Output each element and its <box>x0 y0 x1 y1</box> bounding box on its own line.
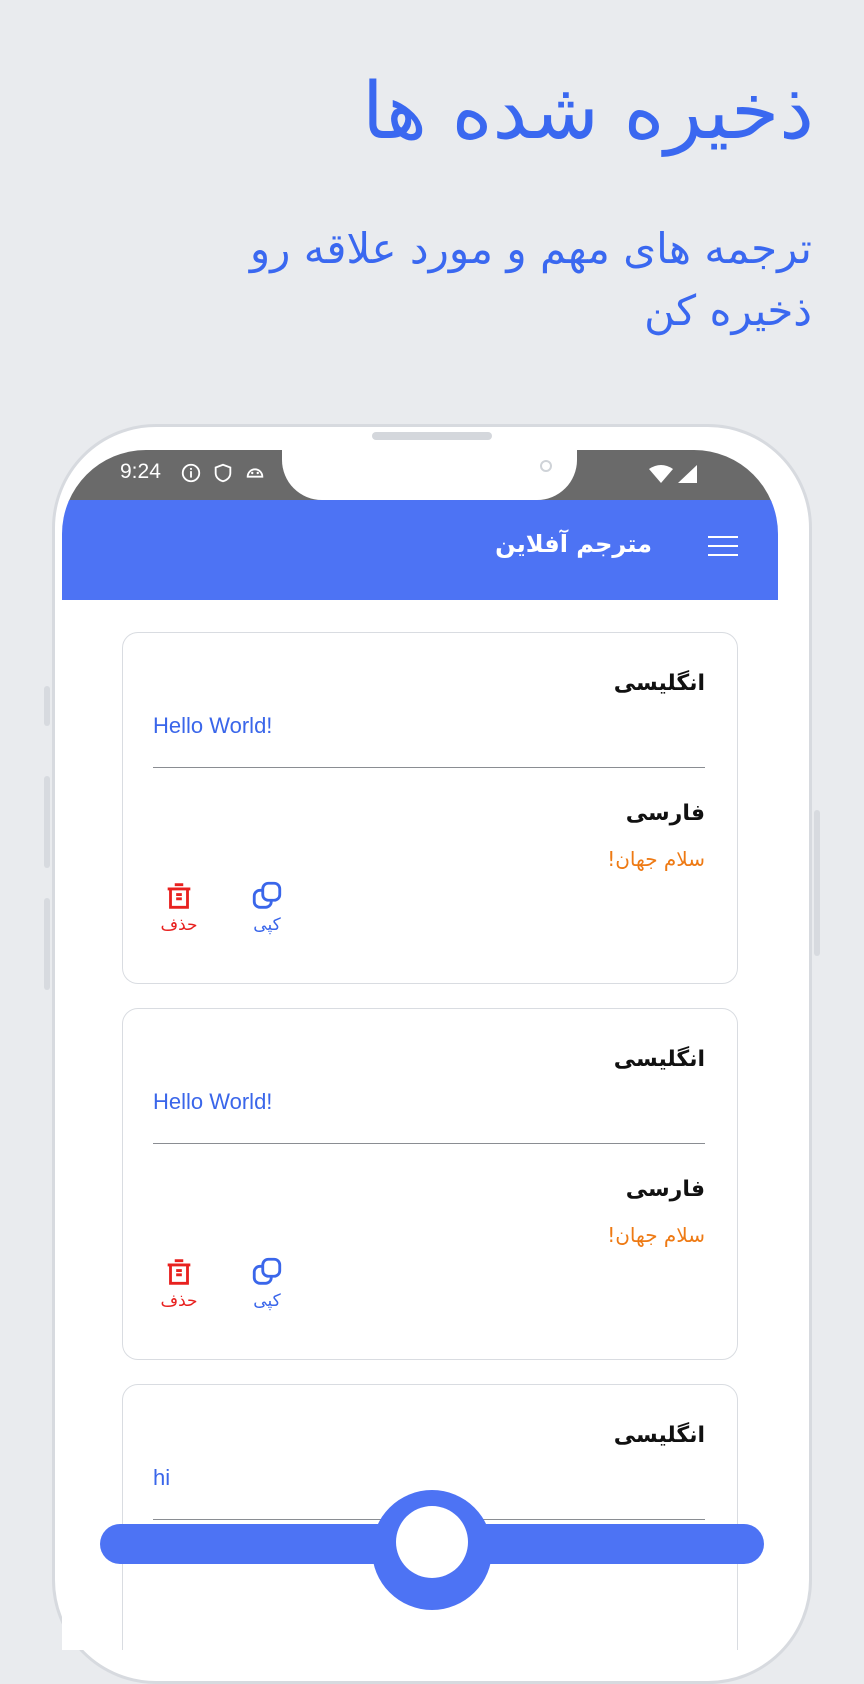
phone-speaker <box>372 432 492 440</box>
phone-button-left-1 <box>44 686 50 726</box>
source-text: Hello World! <box>153 1089 273 1114</box>
phone-screen: 9:24 مترجم آفلاین انگلیسی Hello World! ف… <box>62 450 778 1650</box>
source-language-label: انگلیسی <box>613 671 705 696</box>
app-bar: مترجم آفلاین <box>62 500 778 600</box>
saved-translation-card: انگلیسی Hello World! فارسی سلام جهان! حذ… <box>122 632 738 984</box>
camera-notch <box>282 450 577 500</box>
status-icons <box>180 462 266 484</box>
copy-icon <box>252 881 282 909</box>
hamburger-menu-icon[interactable] <box>708 536 738 560</box>
delete-button[interactable]: حذف <box>149 879 209 935</box>
target-language-label: فارسی <box>625 1177 705 1202</box>
saved-translation-card: انگلیسی Hello World! فارسی سلام جهان! حذ… <box>122 1008 738 1360</box>
wifi-icon <box>649 465 673 483</box>
signal-icon <box>678 465 697 483</box>
status-time: 9:24 <box>120 460 161 483</box>
card-divider <box>153 767 705 768</box>
status-bar: 9:24 <box>62 450 778 502</box>
target-text: سلام جهان! <box>607 1223 705 1247</box>
copy-icon <box>252 1257 282 1285</box>
app-title: مترجم آفلاین <box>495 530 652 558</box>
target-language-label: فارسی <box>625 801 705 826</box>
source-text: Hello World! <box>153 713 273 738</box>
phone-button-right <box>814 810 820 956</box>
trash-icon <box>167 1259 191 1285</box>
source-language-label: انگلیسی <box>613 1047 705 1072</box>
chevron-up-icon[interactable] <box>396 1506 468 1578</box>
front-camera <box>540 460 552 472</box>
shield-icon <box>214 463 232 483</box>
copy-button[interactable]: کپی <box>237 1255 297 1311</box>
card-divider <box>153 1143 705 1144</box>
source-text: hi <box>153 1465 171 1490</box>
target-text: سلام جهان! <box>607 847 705 871</box>
copy-label: کپی <box>253 1291 281 1311</box>
copy-label: کپی <box>253 915 281 935</box>
delete-button[interactable]: حذف <box>149 1255 209 1311</box>
source-language-label: انگلیسی <box>613 1423 705 1448</box>
promo-subtitle: ترجمه های مهم و مورد علاقه رو ذخیره کن <box>249 224 812 335</box>
delete-label: حذف <box>160 915 198 935</box>
signal-indicators <box>648 464 698 484</box>
phone-button-left-2 <box>44 776 50 868</box>
info-icon <box>181 463 201 483</box>
copy-button[interactable]: کپی <box>237 879 297 935</box>
promo-title: ذخیره شده ها <box>361 67 814 157</box>
trash-icon <box>167 883 191 909</box>
phone-button-left-3 <box>44 898 50 990</box>
delete-label: حذف <box>160 1291 198 1311</box>
android-icon <box>246 468 264 478</box>
